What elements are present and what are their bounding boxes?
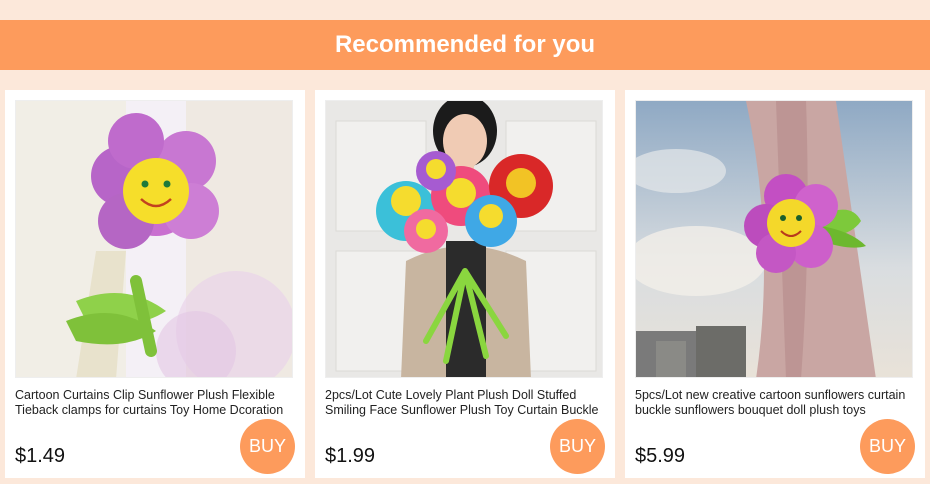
buy-button[interactable]: BUY [550,419,605,474]
section-title: Recommended for you [334,31,596,58]
product-price: $1.49 [15,445,66,467]
product-title[interactable]: 2pcs/Lot Cute Lovely Plant Plush Doll St… [325,388,605,418]
product-card[interactable]: 2pcs/Lot Cute Lovely Plant Plush Doll St… [315,90,615,478]
product-price: $5.99 [635,445,686,467]
product-image[interactable] [15,100,293,378]
product-image[interactable] [635,100,913,378]
product-price: $1.99 [325,445,376,467]
product-title[interactable]: Cartoon Curtains Clip Sunflower Plush Fl… [15,388,295,418]
buy-button[interactable]: BUY [860,419,915,474]
product-title[interactable]: 5pcs/Lot new creative cartoon sunflowers… [635,388,915,418]
recommended-banner: Recommended for you [0,20,930,70]
buy-button[interactable]: BUY [240,419,295,474]
product-card[interactable]: Cartoon Curtains Clip Sunflower Plush Fl… [5,90,305,478]
product-image[interactable] [325,100,603,378]
product-card[interactable]: 5pcs/Lot new creative cartoon sunflowers… [625,90,925,478]
